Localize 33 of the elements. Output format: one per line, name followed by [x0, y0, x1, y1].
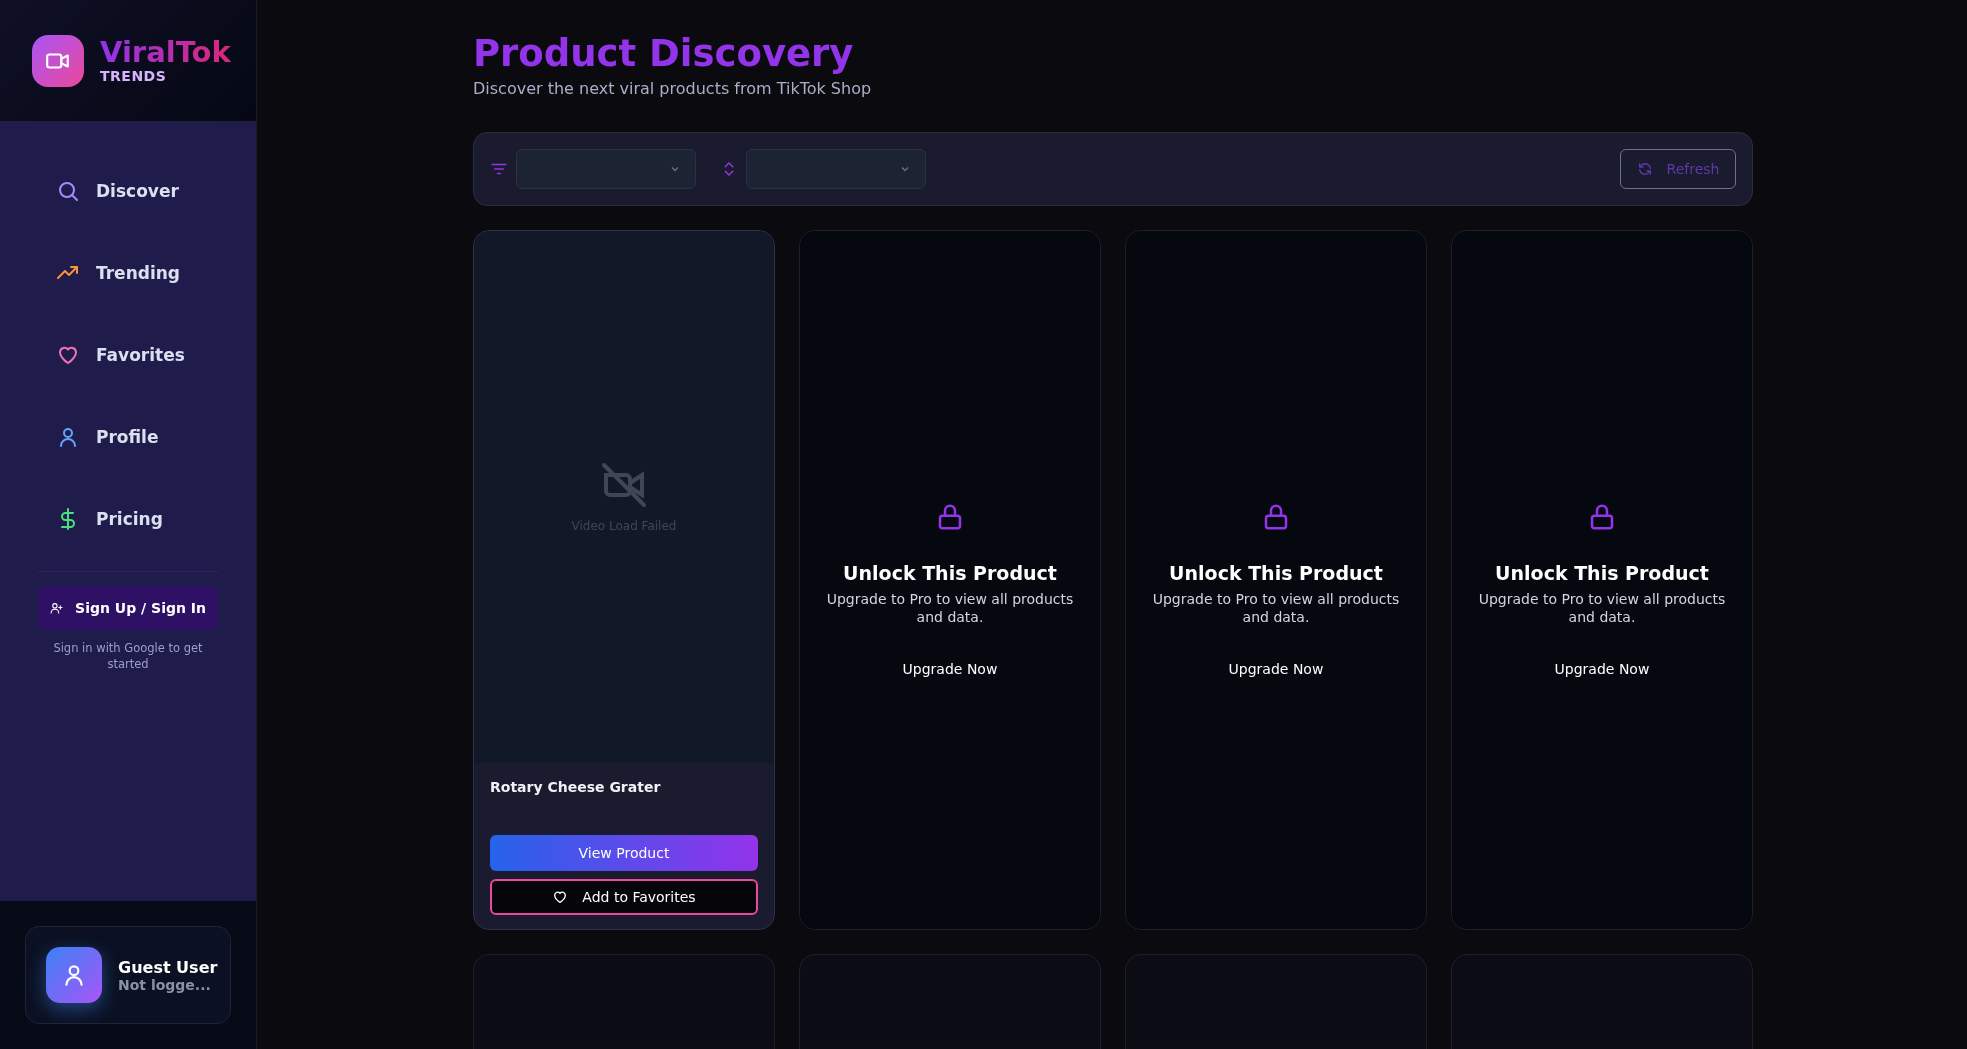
sort-dropdown[interactable]	[746, 149, 926, 189]
page-subtitle: Discover the next viral products from TikTok Shop	[473, 79, 873, 98]
nav-item[interactable]: Pricing	[56, 507, 256, 531]
sign-in-hint: Sign in with Google to get started	[52, 640, 204, 673]
sign-in-button[interactable]: Sign Up / Sign In	[38, 586, 218, 630]
product-title: Rotary Cheese Grater	[490, 779, 662, 795]
add-user-icon	[50, 600, 64, 616]
unlock-heading: Unlock This Product	[1495, 561, 1709, 584]
brand-tagline: TRENDS	[100, 68, 168, 85]
filter-dropdown[interactable]	[516, 149, 696, 189]
unlock-heading: Unlock This Product	[1169, 561, 1383, 584]
user-name: Guest User	[118, 957, 218, 977]
upgrade-message: Upgrade to Pro to view all products and data.	[1151, 589, 1401, 627]
upgrade-message: Upgrade to Pro to view all products and data.	[1477, 589, 1727, 627]
upgrade-now-button[interactable]: Upgrade Now	[896, 660, 1004, 679]
user-status: Not logge...	[118, 976, 212, 993]
video-off-icon	[600, 461, 648, 509]
nav-item[interactable]: Favorites	[56, 343, 256, 367]
upgrade-message: Upgrade to Pro to view all products and data.	[825, 589, 1075, 627]
nav-item[interactable]: Discover	[56, 179, 256, 203]
nav-item[interactable]: Trending	[56, 261, 256, 285]
unlock-heading: Unlock This Product	[843, 561, 1057, 584]
view-product-button[interactable]: View Product	[490, 835, 758, 871]
add-to-favorites-button[interactable]: Add to Favorites	[490, 879, 758, 915]
upgrade-now-button[interactable]: Upgrade Now	[1548, 660, 1656, 679]
refresh-icon	[1636, 161, 1653, 177]
upgrade-now-button[interactable]: Upgrade Now	[1222, 660, 1330, 679]
search-icon	[56, 179, 80, 203]
avatar-icon	[46, 947, 102, 1003]
nav-item[interactable]: Profile	[56, 425, 256, 449]
video-camera-icon	[32, 34, 84, 87]
page-title: Product Discovery	[473, 32, 855, 75]
heart-icon	[552, 889, 569, 905]
